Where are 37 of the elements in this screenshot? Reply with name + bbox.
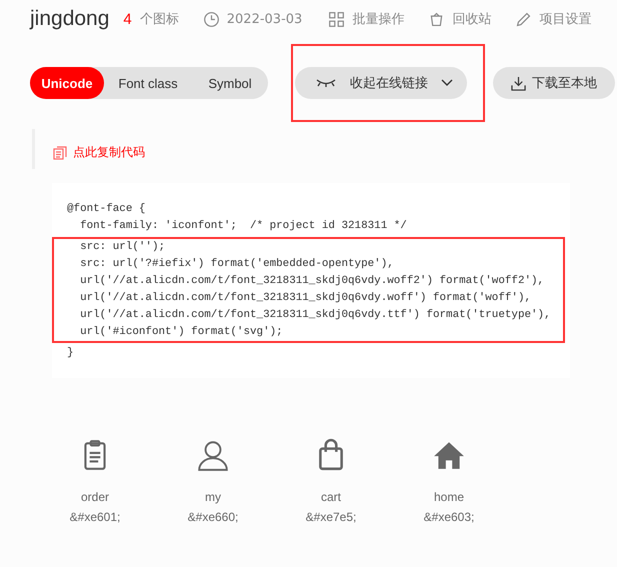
icon-code: &#xe660;	[188, 510, 238, 524]
icon-code: &#xe7e5;	[306, 510, 356, 524]
project-title: jingdong	[30, 7, 110, 31]
download-button[interactable]: 下载至本地	[493, 67, 615, 99]
code-line: }	[67, 346, 75, 361]
toolbar-link[interactable]: 批量操作	[352, 10, 404, 28]
format-tab[interactable]: Font class	[104, 67, 192, 99]
icon-name: cart	[320, 490, 341, 504]
pencil-icon	[515, 10, 532, 28]
code-line: url('#iconfont') format('svg');	[79, 325, 284, 340]
collapse-link-button[interactable]: 收起在线链接	[295, 67, 467, 99]
document-icon	[53, 146, 67, 160]
download-icon	[511, 76, 526, 90]
copy-code-link[interactable]: 点此复制代码	[53, 144, 145, 161]
code-line: src: url('?#iefix') format('embedded-opentype'),	[79, 257, 395, 272]
date-text: 2022-03-03	[226, 12, 302, 26]
icon-code: &#xe601;	[70, 510, 120, 524]
clock-icon	[202, 10, 220, 28]
icon-name: order	[80, 490, 109, 504]
icon-name: my	[205, 490, 221, 504]
chevron-down-icon	[441, 79, 453, 87]
code-line: src: url('');	[79, 240, 166, 255]
code-line: url('//at.alicdn.com/t/font_3218311_skdj0q6vdy.woff') format('woff'),	[79, 291, 532, 306]
icon-code: &#xe603;	[424, 510, 474, 524]
toolbar-link[interactable]: 项目设置	[539, 10, 592, 28]
code-line: url('//at.alicdn.com/t/font_3218311_skdj0q6vdy.ttf') format('truetype'),	[79, 308, 552, 323]
format-tab[interactable]: Unicode	[30, 67, 104, 99]
grid-icon	[328, 10, 346, 28]
format-tab[interactable]: Symbol	[192, 67, 268, 99]
icon-count-label: 个图标	[140, 11, 179, 28]
icon-count: 4	[123, 10, 132, 28]
code-line: url('//at.alicdn.com/t/font_3218311_skdj0q6vdy.woff2') format('woff2'),	[79, 274, 546, 289]
code-line: @font-face {	[67, 202, 146, 217]
toolbar-link[interactable]: 回收站	[452, 10, 492, 28]
icon-name: home	[434, 490, 464, 504]
code-line: font-family: 'iconfont'; /* project id 3218311 */	[79, 219, 408, 234]
closed-eye-icon	[315, 78, 337, 88]
